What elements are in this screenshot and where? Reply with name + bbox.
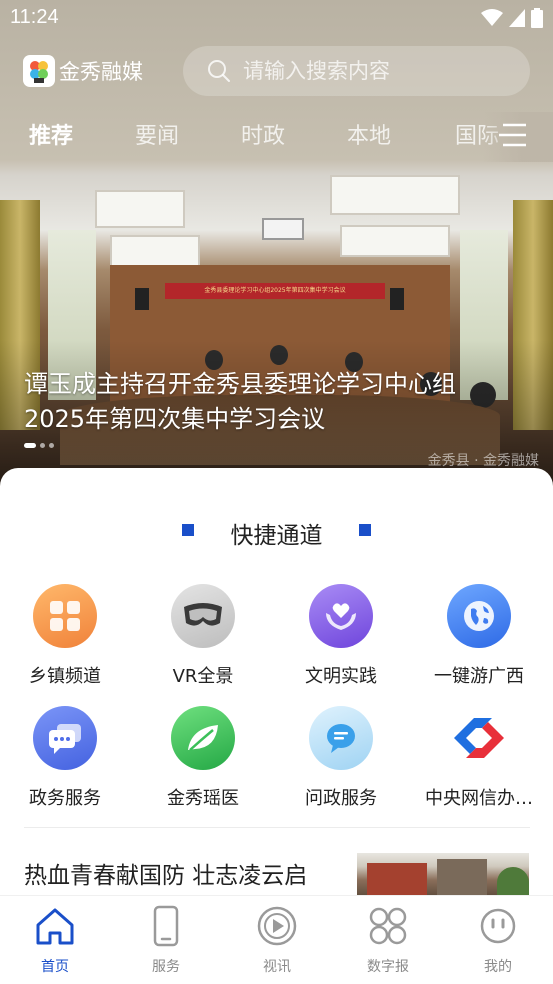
quick-item-label: 一键游广西 — [434, 666, 524, 687]
search-icon — [208, 60, 230, 82]
search-bar[interactable] — [183, 46, 530, 96]
quick-item-travel[interactable]: 一键游广西 — [410, 584, 548, 688]
leaf-icon — [171, 706, 235, 770]
nav-label: 我的 — [484, 959, 512, 975]
tab-recommend[interactable]: 推荐 — [29, 118, 73, 150]
nav-label: 视讯 — [263, 959, 291, 975]
cac-logo-icon — [447, 706, 511, 770]
nav-label: 服务 — [152, 959, 180, 975]
quick-item-yao-medicine[interactable]: 金秀瑶医 — [134, 706, 272, 810]
nav-video[interactable]: 视讯 — [222, 902, 332, 976]
status-icons — [481, 8, 543, 28]
content-card: 快捷通道 乡镇频道 VR全景 文明实践 一键游广西 政务服务 金秀瑶医 问政服务… — [0, 468, 553, 898]
wifi-icon — [481, 9, 503, 26]
quick-item-label: 金秀瑶医 — [167, 788, 239, 809]
quick-item-label: 乡镇频道 — [29, 666, 101, 687]
quick-access-title: 快捷通道 — [230, 523, 323, 549]
battery-icon — [531, 8, 543, 28]
quick-item-cac[interactable]: 中央网信办… — [410, 706, 548, 810]
phone-icon — [111, 902, 221, 950]
speaker — [390, 288, 404, 310]
nav-label: 首页 — [41, 959, 69, 975]
quick-item-label: 文明实践 — [305, 666, 377, 687]
tree — [497, 867, 529, 898]
news-thumbnail[interactable] — [357, 853, 529, 898]
nav-home[interactable]: 首页 — [0, 902, 110, 976]
category-tabs: 推荐 要闻 时政 本地 国际 — [0, 118, 553, 158]
logo-mark-icon — [23, 55, 55, 87]
quick-item-inquiry[interactable]: 问政服务 — [272, 706, 410, 810]
vr-headset-icon — [171, 584, 235, 648]
logo-text: 金秀融媒 — [59, 60, 143, 84]
home-icon — [0, 902, 110, 950]
chat-bubbles-icon — [33, 706, 97, 770]
speaker — [135, 288, 149, 310]
smile-icon — [443, 902, 553, 950]
message-icon — [309, 706, 373, 770]
status-bar: 11:24 — [0, 0, 553, 38]
title-decoration-square — [359, 524, 371, 536]
signal-icon — [509, 9, 525, 27]
status-time: 11:24 — [10, 6, 59, 28]
play-icon — [222, 902, 332, 950]
meeting-banner: 金秀县委理论学习中心组2025年第四次集中学习会议 — [165, 283, 385, 299]
ceiling-light — [340, 225, 450, 257]
quick-item-township[interactable]: 乡镇频道 — [0, 584, 134, 688]
quick-item-label: 问政服务 — [305, 788, 377, 809]
quick-item-vr[interactable]: VR全景 — [134, 584, 272, 688]
nav-digital-paper[interactable]: 数字报 — [333, 902, 443, 976]
carousel-dot[interactable] — [40, 443, 45, 448]
image-watermark: 金秀县 · 金秀融媒 — [427, 453, 539, 469]
quick-item-government[interactable]: 政务服务 — [0, 706, 134, 810]
news-item-title[interactable]: 热血青春献国防 壮志凌云启 — [24, 856, 307, 890]
clover-icon — [333, 902, 443, 950]
nav-label: 数字报 — [367, 959, 409, 975]
ceiling-light — [95, 190, 185, 228]
ceiling-light — [110, 235, 200, 267]
quick-item-label: 政务服务 — [29, 788, 101, 809]
hero-headline[interactable]: 谭玉成主持召开金秀县委理论学习中心组 2025年第四次集中学习会议 — [24, 367, 524, 437]
carousel-indicator — [24, 443, 54, 448]
headline-line: 2025年第四次集中学习会议 — [24, 405, 326, 433]
headline-line: 谭玉成主持召开金秀县委理论学习中心组 — [24, 370, 456, 398]
ceiling-light — [330, 175, 460, 215]
carousel-dot[interactable] — [24, 443, 36, 448]
building — [367, 863, 427, 898]
menu-icon[interactable] — [499, 122, 527, 148]
section-divider — [24, 827, 530, 828]
tab-politics[interactable]: 时政 — [241, 118, 285, 150]
tab-local[interactable]: 本地 — [347, 118, 391, 150]
hands-heart-icon — [309, 584, 373, 648]
app-logo[interactable]: 金秀融媒 — [23, 55, 143, 87]
nav-profile[interactable]: 我的 — [443, 902, 553, 976]
quick-item-label: 中央网信办… — [425, 788, 533, 809]
nav-services[interactable]: 服务 — [111, 902, 221, 976]
bottom-navigation: 首页 服务 视讯 数字报 我的 — [0, 895, 553, 984]
tab-headlines[interactable]: 要闻 — [135, 118, 179, 150]
search-input[interactable] — [243, 59, 503, 83]
carousel-dot[interactable] — [49, 443, 54, 448]
globe-icon — [447, 584, 511, 648]
building — [437, 859, 487, 898]
quick-item-label: VR全景 — [172, 666, 234, 687]
projector — [262, 218, 304, 240]
quick-item-civilization[interactable]: 文明实践 — [272, 584, 410, 688]
grid-apps-icon — [33, 584, 97, 648]
